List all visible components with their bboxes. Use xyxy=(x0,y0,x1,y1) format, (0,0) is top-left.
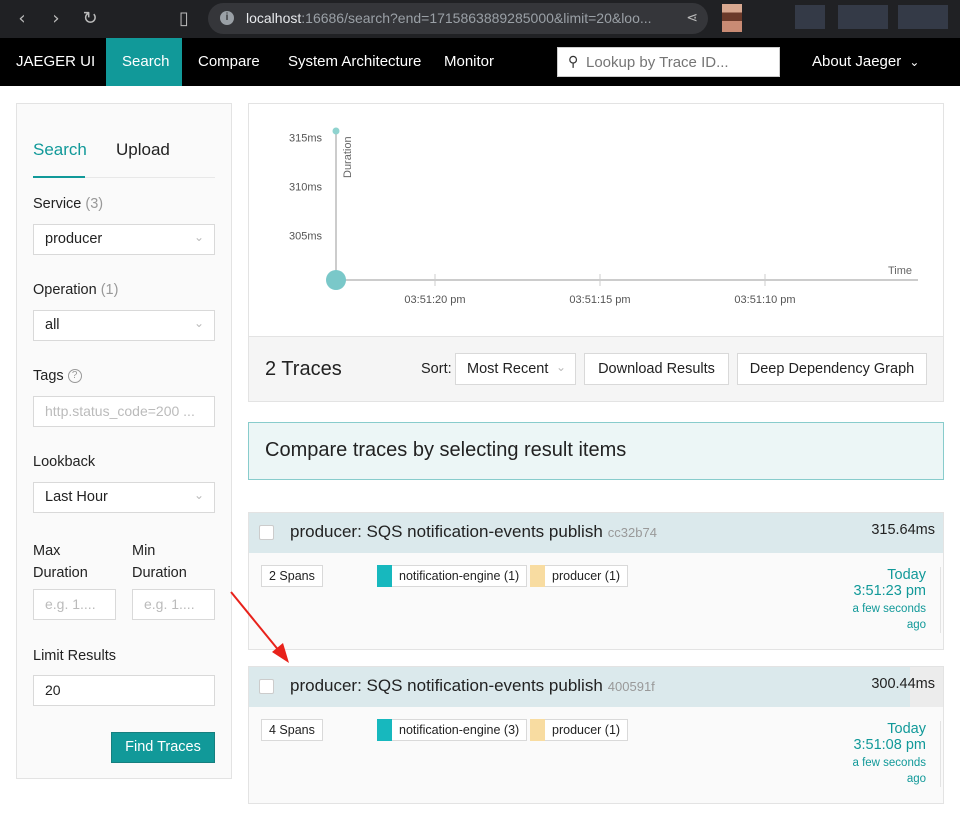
browser-toolbar: ‹ › ↻ ▯ i localhost:16686/search?end=171… xyxy=(0,0,960,38)
sort-select[interactable]: Most Recent ⌄ xyxy=(455,353,576,385)
x-tick-label: 03:51:10 pm xyxy=(734,294,795,306)
tags-label: Tags ? xyxy=(33,368,82,384)
lookback-label: Lookback xyxy=(33,454,96,470)
trace-point[interactable] xyxy=(332,127,340,135)
lookback-value: Last Hour xyxy=(45,489,108,505)
top-nav: JAEGER UI Search Compare System Architec… xyxy=(0,38,960,86)
span-count-tag: 4 Spans xyxy=(261,719,323,741)
chevron-down-icon: ⌄ xyxy=(193,316,204,330)
service-color-swatch xyxy=(530,565,545,587)
trace-header[interactable]: producer: SQS notification-events publis… xyxy=(249,513,943,553)
service-label: Service (3) xyxy=(33,196,104,212)
tab-upload[interactable]: Upload xyxy=(116,140,170,160)
extension-icon[interactable] xyxy=(838,5,888,29)
y-axis-label: Duration xyxy=(342,136,354,178)
service-color-swatch xyxy=(377,719,392,741)
y-tick-label: 315ms xyxy=(289,132,323,144)
site-info-icon[interactable]: i xyxy=(220,11,234,25)
service-tag: notification-engine (3) xyxy=(377,719,528,741)
compare-checkbox[interactable] xyxy=(259,679,274,694)
chevron-down-icon: ⌄ xyxy=(193,488,204,502)
x-axis-label: Time xyxy=(888,265,912,277)
nav-monitor[interactable]: Monitor xyxy=(428,38,510,86)
reload-icon[interactable]: ↻ xyxy=(78,7,102,31)
forward-icon[interactable]: › xyxy=(44,7,68,31)
limit-results-label: Limit Results xyxy=(33,648,116,664)
min-duration-label: Min Duration xyxy=(132,543,187,581)
extension-icon[interactable] xyxy=(795,5,825,29)
profile-avatar[interactable] xyxy=(722,4,742,32)
trace-result-item[interactable]: producer: SQS notification-events publis… xyxy=(248,666,944,804)
results-header: 2 Traces Sort: Most Recent ⌄ Download Re… xyxy=(248,336,944,402)
find-traces-button[interactable]: Find Traces xyxy=(111,732,215,763)
min-duration-input[interactable]: e.g. 1.... xyxy=(132,589,215,620)
service-tag: producer (1) xyxy=(530,719,629,741)
service-value: producer xyxy=(45,231,103,247)
service-select[interactable]: producer ⌄ xyxy=(33,224,215,255)
trace-header[interactable]: producer: SQS notification-events publis… xyxy=(249,667,943,707)
nav-compare[interactable]: Compare xyxy=(182,38,276,86)
y-tick-label: 305ms xyxy=(289,230,323,242)
nav-system-architecture[interactable]: System Architecture xyxy=(272,38,437,86)
compare-checkbox[interactable] xyxy=(259,525,274,540)
service-tag: notification-engine (1) xyxy=(377,565,528,587)
sort-label: Sort: xyxy=(421,361,452,377)
operation-value: all xyxy=(45,317,60,333)
trace-id-input[interactable] xyxy=(586,48,776,76)
trace-title[interactable]: producer: SQS notification-events publis… xyxy=(290,522,657,542)
help-icon[interactable]: ? xyxy=(67,369,82,383)
bookmark-icon[interactable]: ▯ xyxy=(172,7,196,31)
service-color-swatch xyxy=(377,565,392,587)
scatter-plot: Duration Time 305ms 310ms 315ms 03:51:10 p… xyxy=(289,127,918,306)
trace-id-lookup[interactable]: ⚲ xyxy=(557,47,780,77)
x-tick-label: 03:51:15 pm xyxy=(569,294,630,306)
chevron-down-icon: ⌄ xyxy=(193,230,204,244)
tab-search[interactable]: Search xyxy=(33,140,87,160)
sort-value: Most Recent xyxy=(467,361,549,377)
operation-select[interactable]: all ⌄ xyxy=(33,310,215,341)
chevron-down-icon: ⌄ xyxy=(555,360,566,374)
limit-results-input[interactable]: 20 xyxy=(33,675,215,706)
nav-search[interactable]: Search xyxy=(106,38,182,86)
trace-title[interactable]: producer: SQS notification-events publis… xyxy=(290,676,655,696)
search-icon: ⚲ xyxy=(568,54,579,70)
trace-id: cc32b74 xyxy=(607,525,657,540)
service-color-swatch xyxy=(530,719,545,741)
compare-banner: Compare traces by selecting result items xyxy=(248,422,944,480)
trace-start-time: Today 3:51:23 pm a few seconds ago xyxy=(851,567,941,633)
duration-scatter-chart: Duration Time 305ms 310ms 315ms 03:51:10 p… xyxy=(248,103,944,336)
y-tick-label: 310ms xyxy=(289,181,323,193)
trace-count: 2 Traces xyxy=(265,358,342,380)
service-tag: producer (1) xyxy=(530,565,629,587)
max-duration-label: Max Duration xyxy=(33,543,88,581)
about-jaeger-label: About Jaeger xyxy=(812,53,902,70)
chevron-down-icon: ⌄ xyxy=(909,55,920,69)
address-bar[interactable]: i localhost:16686/search?end=17158638892… xyxy=(208,3,708,34)
lookback-select[interactable]: Last Hour ⌄ xyxy=(33,482,215,513)
operation-label: Operation (1) xyxy=(33,282,119,298)
search-form: Search Upload Service (3) producer ⌄ Ope… xyxy=(16,103,232,779)
span-count-tag: 2 Spans xyxy=(261,565,323,587)
back-icon[interactable]: ‹ xyxy=(10,7,34,31)
about-jaeger-menu[interactable]: About Jaeger ⌄ xyxy=(796,38,935,86)
extension-icon[interactable] xyxy=(898,5,948,29)
trace-point[interactable] xyxy=(326,270,346,290)
share-icon[interactable]: ⋖ xyxy=(686,9,698,26)
search-tabs: Search Upload xyxy=(33,138,215,178)
trace-duration: 315.64ms xyxy=(871,522,935,538)
download-results-button[interactable]: Download Results xyxy=(584,353,729,385)
trace-body: 2 Spans notification-engine (1) producer… xyxy=(249,553,943,649)
address-url[interactable]: localhost:16686/search?end=1715863889285… xyxy=(246,10,666,26)
deep-dependency-graph-button[interactable]: Deep Dependency Graph xyxy=(737,353,927,385)
max-duration-input[interactable]: e.g. 1.... xyxy=(33,589,116,620)
brand-logo[interactable]: JAEGER UI xyxy=(0,38,111,86)
trace-body: 4 Spans notification-engine (3) producer… xyxy=(249,707,943,803)
trace-duration: 300.44ms xyxy=(871,676,935,692)
trace-start-time: Today 3:51:08 pm a few seconds ago xyxy=(851,721,941,787)
x-tick-label: 03:51:20 pm xyxy=(404,294,465,306)
active-tab-indicator xyxy=(33,176,85,178)
trace-result-item[interactable]: producer: SQS notification-events publis… xyxy=(248,512,944,650)
tags-input[interactable]: http.status_code=200 ... xyxy=(33,396,215,427)
trace-id: 400591f xyxy=(607,679,655,694)
